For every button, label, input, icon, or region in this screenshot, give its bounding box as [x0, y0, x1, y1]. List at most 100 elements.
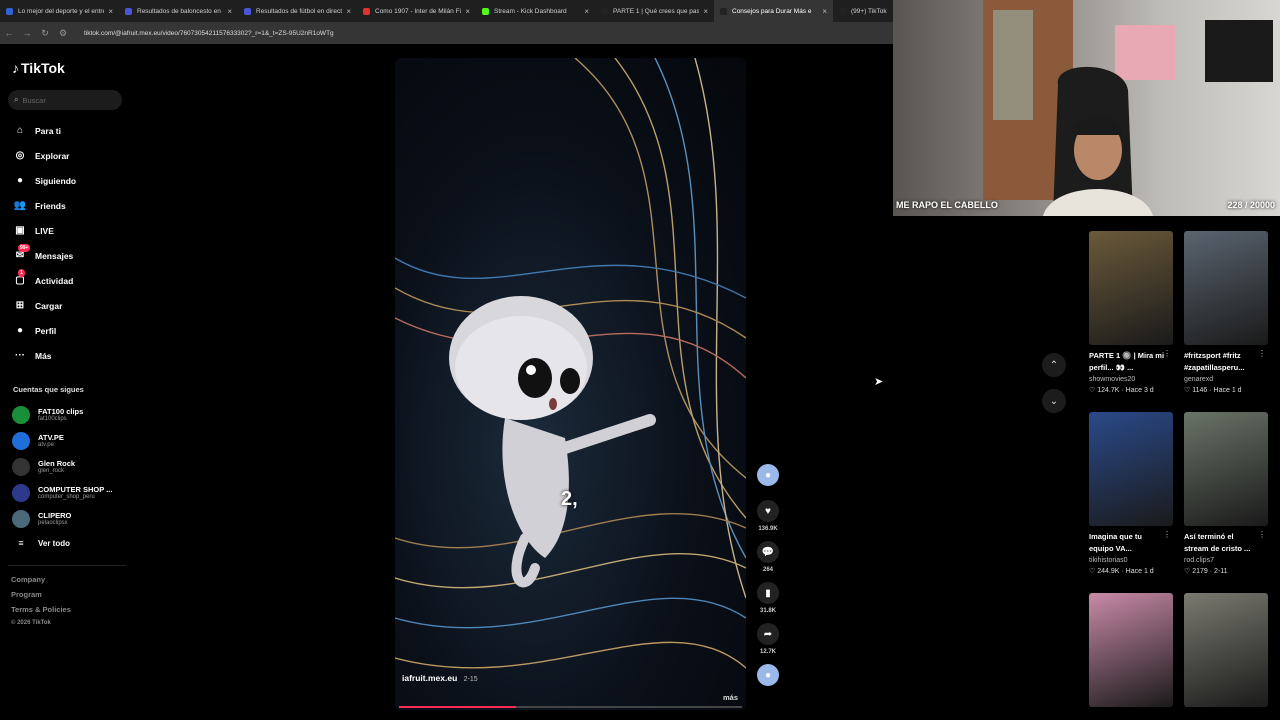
- previous-video-button[interactable]: ⌃: [1042, 353, 1066, 377]
- video-card[interactable]: Así terminó el stream de cristo ... ⋮ rod.…: [1184, 412, 1268, 575]
- see-all-following-link[interactable]: ≡ Ver todo: [12, 532, 112, 554]
- footer-link[interactable]: Terms & Policies: [11, 605, 71, 620]
- close-tab-icon[interactable]: ×: [703, 7, 708, 16]
- browser-tab[interactable]: Stream - Kick Dashboard ×: [476, 0, 595, 22]
- followed-account[interactable]: FAT100 clips fat100clips: [12, 402, 112, 428]
- followed-account[interactable]: COMPUTER SHOP ... computer_shop_peru: [12, 480, 112, 506]
- following-avatar-icon-glyph: ●: [16, 175, 24, 186]
- followed-account-text: FAT100 clips fat100clips: [38, 407, 83, 423]
- close-tab-icon[interactable]: ×: [465, 7, 470, 16]
- list-icon: ≡: [18, 538, 24, 548]
- chevron-up-icon: ⌃: [1049, 359, 1059, 371]
- profile-avatar-icon: ●: [12, 323, 28, 339]
- video-card-author[interactable]: genarexd: [1184, 376, 1268, 383]
- sidebar-nav: ⌂ Para ti ◎ Explorar ● Siguiendo 👥 Friends ▣ LIVE…: [12, 118, 76, 368]
- followed-account-handle: glen_rock: [38, 468, 65, 474]
- site-settings-icon[interactable]: ⚙: [54, 28, 72, 39]
- close-tab-icon[interactable]: ×: [584, 7, 589, 16]
- video-creator[interactable]: iafruit.mex.eu 2-15: [402, 673, 478, 683]
- video-card-author[interactable]: rod.clips7: [1184, 557, 1268, 564]
- browser-tab[interactable]: PARTE 1 | Qué crees que pasar ×: [595, 0, 714, 22]
- reload-icon[interactable]: ↻: [36, 28, 54, 39]
- browser-tab[interactable]: Consejos para Durar Más e ×: [714, 0, 833, 22]
- url-field[interactable]: tiktok.com/@iafruit.mex.eu/video/7607305…: [84, 30, 334, 37]
- video-card[interactable]: Imagina que tu equipo VA... ⋮ tikihistoria…: [1089, 412, 1173, 575]
- video-card-author[interactable]: tikihistorias0: [1089, 557, 1173, 564]
- browser-tab[interactable]: Lo mejor del deporte y el entre ×: [0, 0, 119, 22]
- sidebar-item-cargar[interactable]: ⊞ Cargar: [12, 293, 76, 318]
- video-card[interactable]: [1184, 593, 1268, 707]
- webcam-overlay: ME RAPO EL CABELLO 228 / 20000: [893, 0, 1280, 216]
- sidebar-item-mensajes[interactable]: ✉ 99+ Mensajes: [12, 243, 76, 268]
- creator-name[interactable]: iafruit.mex.eu: [402, 673, 457, 683]
- sidebar-item-perfil[interactable]: ● Perfil: [12, 318, 76, 343]
- more-options-icon[interactable]: ⋮: [1258, 530, 1266, 539]
- tab-favicon-icon: [244, 7, 251, 15]
- video-progress-bar[interactable]: [399, 706, 742, 708]
- tiktok-logo[interactable]: ♪ TikTok: [12, 60, 65, 76]
- share-button[interactable]: ➦ 12.7K: [755, 623, 781, 655]
- video-thumbnail[interactable]: [1089, 593, 1173, 707]
- video-card[interactable]: #fritzsport #fritz #zapatillasperu... ⋮ ge…: [1184, 231, 1268, 394]
- forward-icon[interactable]: →: [18, 28, 36, 38]
- video-card-author[interactable]: showmovies20: [1089, 376, 1173, 383]
- followed-account[interactable]: Glen Rock glen_rock: [12, 454, 112, 480]
- sidebar-item-explorar[interactable]: ◎ Explorar: [12, 143, 76, 168]
- sidebar-item-friends[interactable]: 👥 Friends: [12, 193, 76, 218]
- followed-account[interactable]: ATV.PE atv.pe: [12, 428, 112, 454]
- sidebar-item-live[interactable]: ▣ LIVE: [12, 218, 76, 243]
- bookmark-button[interactable]: ▮ 31.8K: [755, 582, 781, 614]
- sidebar-item-más[interactable]: ··· Más: [12, 343, 76, 368]
- more-options-icon[interactable]: ⋮: [1163, 530, 1171, 539]
- browser-tab[interactable]: Resultados de baloncesto en di ×: [119, 0, 238, 22]
- footer-link[interactable]: Company: [11, 575, 71, 590]
- video-thumbnail[interactable]: [1184, 593, 1268, 707]
- more-options-icon[interactable]: ⋮: [1163, 349, 1171, 358]
- more-options-icon[interactable]: ⋮: [1258, 349, 1266, 358]
- close-tab-icon[interactable]: ×: [108, 7, 113, 16]
- video-date: 2-15: [463, 676, 478, 683]
- heart-button[interactable]: ♥ 136.9K: [755, 500, 781, 532]
- back-icon[interactable]: ←: [0, 28, 18, 38]
- creator-avatar[interactable]: ●: [755, 464, 781, 486]
- sidebar-item-siguiendo[interactable]: ● Siguiendo: [12, 168, 76, 193]
- live-icon-glyph: ▣: [15, 225, 25, 236]
- followed-account-text: COMPUTER SHOP ... computer_shop_peru: [38, 485, 112, 501]
- video-card[interactable]: PARTE 1 🔘 | Mira mi perfil... 👀 ... ⋮ show…: [1089, 231, 1173, 394]
- activity-icon: ▢ 1: [12, 268, 28, 289]
- tiktok-note-icon: ♪: [12, 60, 19, 76]
- sound-disc[interactable]: ●: [755, 664, 781, 686]
- search-input[interactable]: ⌕ Buscar: [8, 90, 122, 110]
- tab-title: Stream - Kick Dashboard: [494, 7, 567, 15]
- sidebar-item-label: Actividad: [35, 275, 74, 286]
- browser-tab[interactable]: Como 1907 - Inter de Milán Fü ×: [357, 0, 476, 22]
- close-tab-icon[interactable]: ×: [822, 7, 827, 16]
- sidebar-item-actividad[interactable]: ▢ 1 Actividad: [12, 268, 76, 293]
- tab-favicon-icon: [720, 7, 727, 15]
- followed-account[interactable]: CLIPERO pelaoclipsx: [12, 506, 112, 532]
- comment-button[interactable]: 💬 264: [755, 541, 781, 573]
- video-thumbnail[interactable]: [1089, 231, 1173, 345]
- browser-tab[interactable]: Resultados de fútbol en directo ×: [238, 0, 357, 22]
- tab-favicon-icon: [6, 7, 13, 15]
- video-thumbnail[interactable]: [1184, 412, 1268, 526]
- video-card[interactable]: [1089, 593, 1173, 707]
- sidebar-divider: [8, 565, 126, 566]
- footer-link[interactable]: Program: [11, 590, 71, 605]
- more-description-link[interactable]: más: [723, 693, 738, 702]
- video-thumbnail[interactable]: [1184, 231, 1268, 345]
- avatar: [12, 484, 30, 502]
- next-video-button[interactable]: ⌄: [1042, 389, 1066, 413]
- sidebar-item-para-ti[interactable]: ⌂ Para ti: [12, 118, 76, 143]
- video-thumbnail[interactable]: [1089, 412, 1173, 526]
- video-card-time: Hace 1 d: [1125, 568, 1154, 575]
- close-tab-icon[interactable]: ×: [227, 7, 232, 16]
- live-icon: ▣: [12, 223, 28, 239]
- browser-tab-bar: Lo mejor del deporte y el entre × Resultad…: [0, 0, 946, 22]
- following-list: FAT100 clips fat100clips ATV.PE atv.pe Glen …: [12, 402, 112, 554]
- video-player[interactable]: 2, iafruit.mex.eu 2-15 más: [395, 58, 746, 710]
- video-progress-fill: [399, 706, 516, 708]
- close-tab-icon[interactable]: ×: [346, 7, 351, 16]
- tab-title: Resultados de fútbol en directo: [256, 7, 343, 15]
- tab-title: Resultados de baloncesto en di: [137, 7, 224, 15]
